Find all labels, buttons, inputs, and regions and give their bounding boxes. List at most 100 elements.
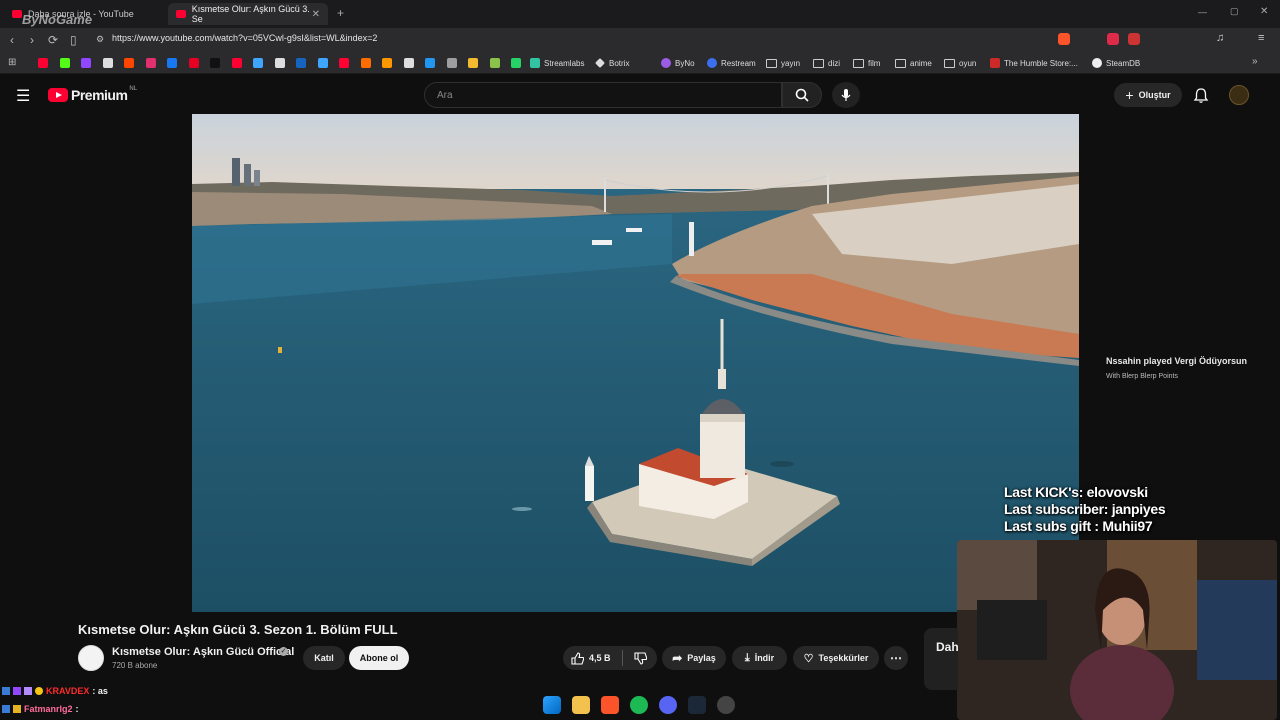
bookmark-humble-store[interactable]: The Humble Store:... [990, 56, 1078, 70]
bookmark-folder-film[interactable]: film [853, 56, 880, 70]
badge-icon [24, 687, 32, 695]
bookmark-byno[interactable]: ByNo [661, 56, 695, 70]
close-window-icon[interactable]: ✕ [1260, 6, 1268, 17]
create-button[interactable]: + Oluştur [1114, 83, 1182, 107]
bookmark-steamdb[interactable]: SteamDB [1092, 56, 1140, 70]
thumbs-down-icon[interactable] [633, 651, 647, 665]
bookmark-icon[interactable] [253, 58, 263, 68]
download-button[interactable]: ⤓ İndir [732, 646, 787, 670]
bookmark-icon[interactable] [145, 58, 156, 68]
folder-icon [944, 58, 955, 68]
more-icon: ⋯ [890, 651, 902, 665]
bookmark-icon[interactable] [274, 58, 285, 68]
chat-username: KRAVDEX [46, 686, 90, 696]
share-button[interactable]: ➦ Paylaş [662, 646, 726, 670]
more-bookmarks-icon[interactable]: » [1252, 56, 1258, 67]
bookmark-icon[interactable] [339, 58, 349, 68]
youtube-premium-logo[interactable]: Premium NL [48, 86, 137, 103]
discord-icon[interactable] [659, 696, 677, 714]
obs-icon[interactable] [717, 696, 735, 714]
youtube-play-icon [48, 88, 68, 102]
search-input[interactable]: Ara [424, 82, 782, 108]
avatar[interactable] [1229, 85, 1249, 105]
youtube-favicon-icon [176, 10, 186, 18]
file-explorer-icon[interactable] [572, 696, 590, 714]
join-button[interactable]: Katıl [303, 646, 345, 670]
bookmark-icon[interactable] [188, 58, 199, 68]
share-icon: ➦ [672, 651, 683, 665]
chat-username: Fatmanrlg2 [24, 704, 73, 714]
subscribe-button[interactable]: Abone ol [349, 646, 409, 670]
badge-icon [2, 687, 10, 695]
bookmark-icon[interactable] [446, 58, 457, 68]
new-tab-icon[interactable]: + [337, 6, 344, 20]
extension-icon[interactable] [1128, 33, 1140, 45]
music-icon[interactable]: ♫ [1216, 32, 1224, 44]
bookmark-icon[interactable] [38, 58, 48, 68]
bookmark-icon[interactable] [468, 58, 478, 68]
last-subscriber-label: Last subscriber: janpiyes [1004, 501, 1166, 517]
url-field[interactable]: https://www.youtube.com/watch?v=05VCwl-g… [112, 33, 377, 43]
channel-avatar[interactable] [78, 645, 104, 671]
bookmark-icon[interactable] [102, 58, 113, 68]
bookmark-folder-anime[interactable]: anime [895, 56, 932, 70]
tab-current-video[interactable]: Kısmetse Olur: Aşkın Gücü 3. Se ✕ [168, 3, 328, 25]
bookmark-icon[interactable] [511, 58, 521, 68]
stream-logo: ByNoGame [22, 12, 93, 27]
reload-icon[interactable]: ⟳ [48, 33, 58, 47]
bookmark-folder-oyun[interactable]: oyun [944, 56, 976, 70]
bookmark-icon[interactable] [59, 58, 70, 68]
search-button[interactable] [782, 82, 822, 108]
thanks-button[interactable]: ♡ Teşekkürler [793, 646, 879, 670]
bookmark-icon[interactable] [425, 58, 435, 68]
channel-name[interactable]: Kısmetse Olur: Aşkın Gücü Official [112, 646, 294, 658]
thanks-heart-icon: ♡ [803, 652, 814, 665]
bookmark-icon[interactable] [360, 58, 371, 68]
tab-label: Kısmetse Olur: Aşkın Gücü 3. Se [191, 4, 310, 24]
thumbs-up-icon[interactable] [571, 651, 584, 665]
folder-icon [766, 58, 777, 68]
bookmark-icon[interactable] [296, 58, 306, 68]
badge-icon [2, 705, 10, 713]
brave-shield-icon[interactable] [1058, 33, 1070, 45]
steam-icon[interactable] [688, 696, 706, 714]
verified-check-icon: ✓ [279, 647, 288, 656]
spotify-icon[interactable] [630, 696, 648, 714]
site-info-icon[interactable]: ⚙ [96, 34, 104, 45]
bookmark-icon[interactable]: ▯ [70, 33, 77, 47]
bookmark-icon[interactable] [489, 58, 500, 68]
voice-search-button[interactable] [832, 82, 860, 108]
maximize-icon[interactable]: ▢ [1230, 6, 1239, 17]
bookmark-icon[interactable] [167, 58, 177, 68]
forward-icon[interactable]: › [30, 33, 34, 47]
bookmark-folder-yayin[interactable]: yayın [766, 56, 800, 70]
close-tab-icon[interactable]: ✕ [312, 9, 320, 20]
restream-icon [707, 58, 717, 68]
notifications-bell-icon[interactable] [1193, 87, 1209, 104]
hamburger-menu-icon[interactable]: ☰ [16, 86, 30, 106]
logo-label: Premium [71, 87, 128, 103]
bookmark-icon[interactable] [231, 58, 242, 68]
extension-icon[interactable] [1107, 33, 1119, 45]
apps-grid-icon[interactable]: ⊞ [8, 57, 16, 68]
alert-line-1: Nssahin played Vergi Ödüyorsun [1106, 356, 1248, 366]
playlist-panel[interactable]: Dah [924, 628, 959, 690]
bookmark-icon[interactable] [210, 58, 220, 68]
more-actions-button[interactable]: ⋯ [884, 646, 908, 670]
bookmark-icon[interactable] [81, 58, 91, 68]
bookmark-restream[interactable]: Restream [707, 56, 756, 70]
bookmark-folder-dizi[interactable]: dizi [813, 56, 840, 70]
video-frame [192, 114, 1079, 612]
bookmark-icon[interactable] [403, 58, 414, 68]
minimize-icon[interactable]: — [1198, 7, 1207, 17]
brave-browser-icon[interactable] [601, 696, 619, 714]
video-player[interactable] [192, 114, 1079, 612]
bookmark-icon[interactable] [317, 58, 328, 68]
bookmark-icon[interactable] [382, 58, 392, 68]
back-icon[interactable]: ‹ [10, 33, 14, 47]
windows-start-icon[interactable] [543, 696, 561, 714]
bookmark-icon[interactable] [124, 58, 134, 68]
menu-icon[interactable]: ≡ [1258, 32, 1264, 44]
bookmark-botrix[interactable]: Botrix [595, 56, 629, 70]
bookmark-streamlabs[interactable]: Streamlabs [530, 56, 584, 70]
